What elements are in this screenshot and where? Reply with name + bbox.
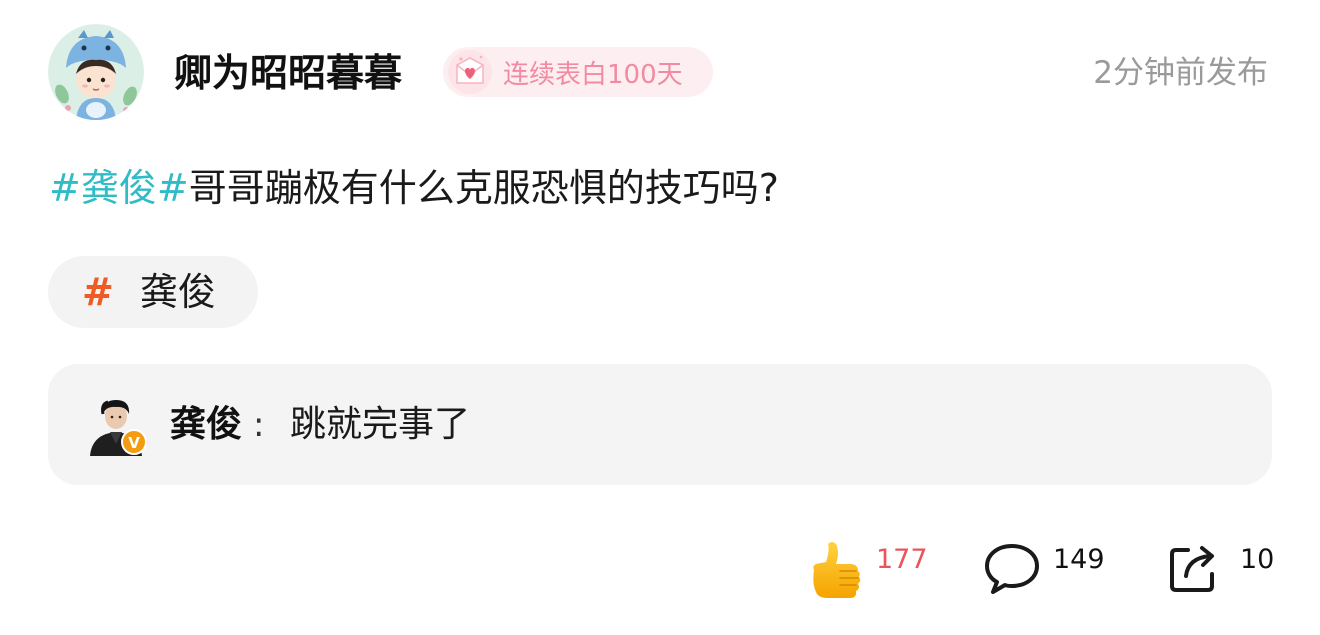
- streak-badge[interactable]: 连续表白100天: [443, 47, 713, 97]
- topic-chip[interactable]: # 龚俊: [48, 256, 258, 328]
- post-content: #龚俊#哥哥蹦极有什么克服恐惧的技巧吗?: [49, 160, 779, 216]
- post-hashtag-link[interactable]: #龚俊#: [49, 166, 189, 210]
- reply-colon: :: [253, 405, 265, 445]
- reply-text: 跳就完事了: [290, 404, 471, 445]
- reply-avatar-illustration: V: [90, 400, 147, 456]
- speech-bubble-icon: [985, 544, 1039, 594]
- reply-author-avatar[interactable]: V: [86, 394, 148, 456]
- avatar-illustration: [48, 24, 144, 120]
- author-avatar[interactable]: [48, 24, 144, 120]
- post-time: 2分钟前发布: [1093, 55, 1268, 91]
- verified-badge-letter: V: [128, 434, 140, 452]
- author-name[interactable]: 卿为昭昭暮暮: [174, 48, 402, 98]
- reply-author-name[interactable]: 龚俊: [170, 400, 242, 450]
- like-button[interactable]: 177: [806, 540, 928, 606]
- like-count: 177: [876, 544, 928, 575]
- comment-count: 149: [1053, 544, 1105, 575]
- share-button[interactable]: 10: [1166, 540, 1274, 596]
- thumbs-up-icon: [813, 542, 861, 598]
- topic-hash-icon: #: [82, 270, 114, 314]
- share-arrow-icon: [1170, 546, 1214, 592]
- post-body-text: 哥哥蹦极有什么克服恐惧的技巧吗?: [188, 166, 779, 210]
- streak-text: 连续表白100天: [503, 59, 683, 90]
- love-letter-icon: [448, 50, 492, 94]
- topic-label: 龚俊: [139, 270, 216, 314]
- reply-card[interactable]: V 龚俊 : 跳就完事了: [48, 364, 1272, 485]
- share-count: 10: [1240, 544, 1275, 575]
- comment-button[interactable]: 149: [983, 540, 1105, 596]
- post-card: 卿为昭昭暮暮 连续表白100天 2分钟前发布 #龚俊#哥哥蹦极有什么克服恐惧的技…: [0, 0, 1320, 635]
